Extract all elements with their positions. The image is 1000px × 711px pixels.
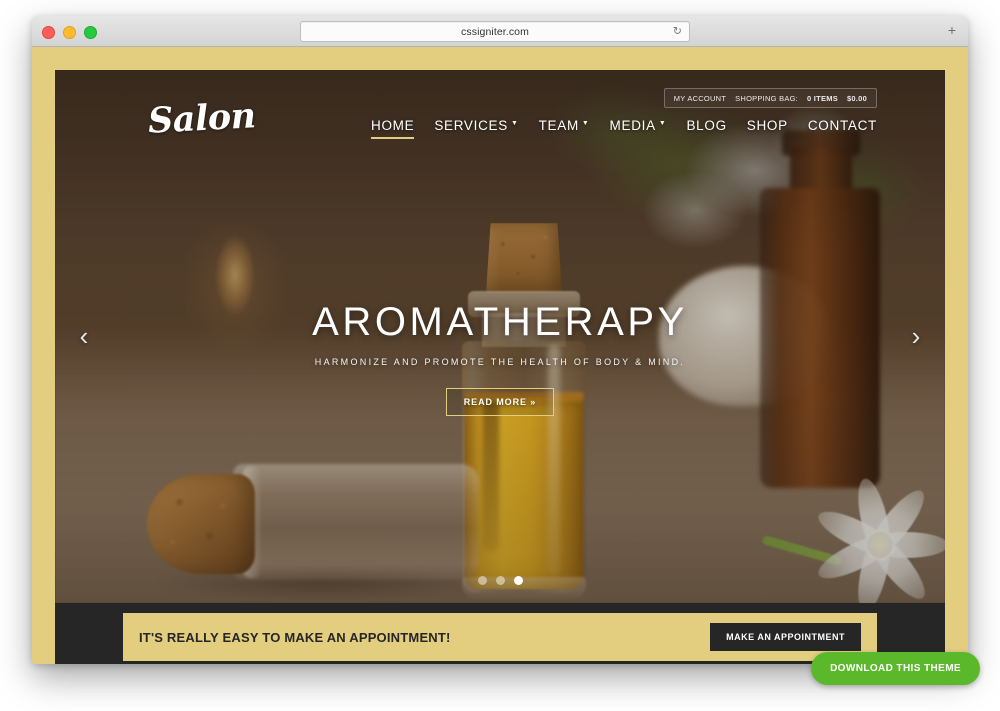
main-navigation: HOME SERVICES ▼ TEAM ▼ MEDIA ▼ BLOG SHOP… xyxy=(371,118,877,139)
url-text: cssigniter.com xyxy=(461,25,529,38)
slider-pagination xyxy=(55,576,945,585)
nav-label: SHOP xyxy=(746,118,788,133)
nav-item-media[interactable]: MEDIA ▼ xyxy=(610,118,667,139)
reload-icon[interactable]: ↻ xyxy=(673,26,682,37)
maximize-window-button[interactable] xyxy=(84,26,97,39)
chevron-down-icon: ▼ xyxy=(581,120,590,127)
hero-content: AROMATHERAPY HARMONIZE AND PROMOTE THE H… xyxy=(55,302,945,416)
browser-titlebar: cssigniter.com ↻ + xyxy=(32,16,968,47)
new-tab-button[interactable]: + xyxy=(944,23,960,39)
shopping-bag-label[interactable]: SHOPPING BAG: xyxy=(735,94,798,103)
close-window-button[interactable] xyxy=(42,26,55,39)
chevron-down-icon: ▼ xyxy=(658,120,667,127)
hero-subtitle: HARMONIZE AND PROMOTE THE HEALTH OF BODY… xyxy=(314,357,686,367)
make-an-appointment-button[interactable]: MAKE AN APPOINTMENT xyxy=(710,623,861,651)
nav-label: HOME xyxy=(371,118,415,133)
read-more-button[interactable]: READ MORE » xyxy=(445,388,555,416)
slider-dot-3[interactable] xyxy=(513,576,523,585)
my-account-link[interactable]: MY ACCOUNT xyxy=(674,94,726,103)
hero-title: AROMATHERAPY xyxy=(312,300,688,344)
nav-label: MEDIA xyxy=(609,118,656,133)
nav-label: SERVICES xyxy=(434,118,508,133)
window-controls xyxy=(42,26,97,39)
chevron-left-icon[interactable]: ‹ xyxy=(67,316,101,358)
chevron-right-icon[interactable]: › xyxy=(899,316,933,358)
website-container: Salon MY ACCOUNT SHOPPING BAG: 0 ITEMS $… xyxy=(55,70,945,664)
address-bar[interactable]: cssigniter.com ↻ xyxy=(300,21,690,42)
nav-item-team[interactable]: TEAM ▼ xyxy=(539,118,590,139)
nav-item-contact[interactable]: CONTACT xyxy=(808,118,877,139)
minimize-window-button[interactable] xyxy=(63,26,76,39)
chevron-down-icon: ▼ xyxy=(510,120,519,127)
desktop-background: cssigniter.com ↻ + Salon MY ACCOUNT SHOP… xyxy=(0,0,1000,711)
utility-bar: MY ACCOUNT SHOPPING BAG: 0 ITEMS $0.00 xyxy=(663,88,877,108)
page-viewport: Salon MY ACCOUNT SHOPPING BAG: 0 ITEMS $… xyxy=(32,47,968,664)
slider-dot-2[interactable] xyxy=(495,576,505,585)
site-logo[interactable]: Salon xyxy=(147,95,257,142)
browser-window: cssigniter.com ↻ + Salon MY ACCOUNT SHOP… xyxy=(32,16,968,664)
footer-band: IT'S REALLY EASY TO MAKE AN APPOINTMENT!… xyxy=(55,603,945,664)
nav-item-services[interactable]: SERVICES ▼ xyxy=(434,118,518,139)
cta-text: IT'S REALLY EASY TO MAKE AN APPOINTMENT! xyxy=(139,629,451,645)
download-theme-button[interactable]: DOWNLOAD THIS THEME xyxy=(811,652,980,685)
shopping-bag-total: $0.00 xyxy=(846,93,867,103)
nav-label: CONTACT xyxy=(807,118,877,133)
slider-dot-1[interactable] xyxy=(477,576,487,585)
nav-item-blog[interactable]: BLOG xyxy=(686,118,726,139)
appointment-cta-bar: IT'S REALLY EASY TO MAKE AN APPOINTMENT!… xyxy=(123,613,877,661)
nav-label: BLOG xyxy=(686,118,727,133)
hero-slider: Salon MY ACCOUNT SHOPPING BAG: 0 ITEMS $… xyxy=(55,70,945,603)
nav-item-home[interactable]: HOME xyxy=(371,118,415,139)
nav-item-shop[interactable]: SHOP xyxy=(747,118,788,139)
shopping-bag-item-count: 0 ITEMS xyxy=(807,93,838,103)
nav-label: TEAM xyxy=(538,118,579,133)
site-header: Salon MY ACCOUNT SHOPPING BAG: 0 ITEMS $… xyxy=(55,70,945,166)
